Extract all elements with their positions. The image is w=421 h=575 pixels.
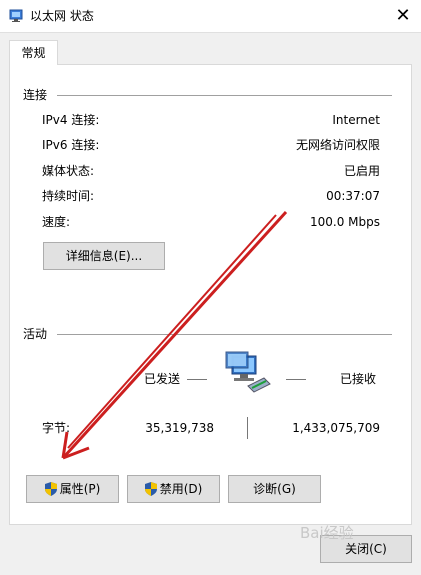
activity-divider [57,334,392,335]
diagnose-button-label: 诊断(G) [253,482,296,496]
uac-shield-icon [144,482,157,496]
activity-section-title: 活动 [23,327,48,341]
tab-general[interactable]: 常规 [9,40,58,65]
media-state-value: 已启用 [343,164,380,178]
ipv4-value: Internet [332,113,380,127]
close-window-button[interactable]: ✕ [390,3,416,29]
ipv6-value: 无网络访问权限 [295,138,380,152]
disable-button-label: 禁用(D) [159,482,203,496]
duration-value: 00:37:07 [326,189,380,203]
close-button-label: 关闭(C) [345,542,387,556]
ipv6-label: IPv6 连接: [42,138,100,152]
disable-button-content: 禁用(D) [128,482,219,496]
properties-button-label: 属性(P) [59,482,101,496]
network-icon [9,9,23,22]
duration-label: 持续时间: [42,189,95,203]
tab-panel [9,64,412,525]
sent-line [187,379,207,380]
speed-value: 100.0 Mbps [309,215,380,229]
watermark: Bai经验 [300,524,354,542]
bytes-separator [247,417,248,439]
sent-label: 已发送 [144,372,181,386]
connection-section-title: 连接 [23,88,48,102]
bytes-label: 字节: [42,421,71,435]
uac-shield-icon [44,482,57,496]
received-line [286,379,306,380]
title-divider [0,32,421,33]
properties-button-content: 属性(P) [27,482,118,496]
properties-button[interactable]: 属性(P) [26,475,119,503]
ipv4-label: IPv4 连接: [42,113,100,127]
connection-divider [57,95,392,96]
speed-label: 速度: [42,215,71,229]
window-title: 以太网 状态 [30,9,94,23]
media-state-label: 媒体状态: [42,164,95,178]
received-label: 已接收 [340,372,377,386]
bytes-sent-value: 35,319,738 [145,421,214,435]
details-button[interactable]: 详细信息(E)... [43,242,165,270]
diagnose-button[interactable]: 诊断(G) [228,475,321,503]
bytes-received-value: 1,433,075,709 [292,421,380,435]
network-computers-icon [225,351,271,393]
disable-button[interactable]: 禁用(D) [127,475,220,503]
details-button-label: 详细信息(E)... [65,249,143,263]
tab-general-label: 常规 [21,46,46,60]
